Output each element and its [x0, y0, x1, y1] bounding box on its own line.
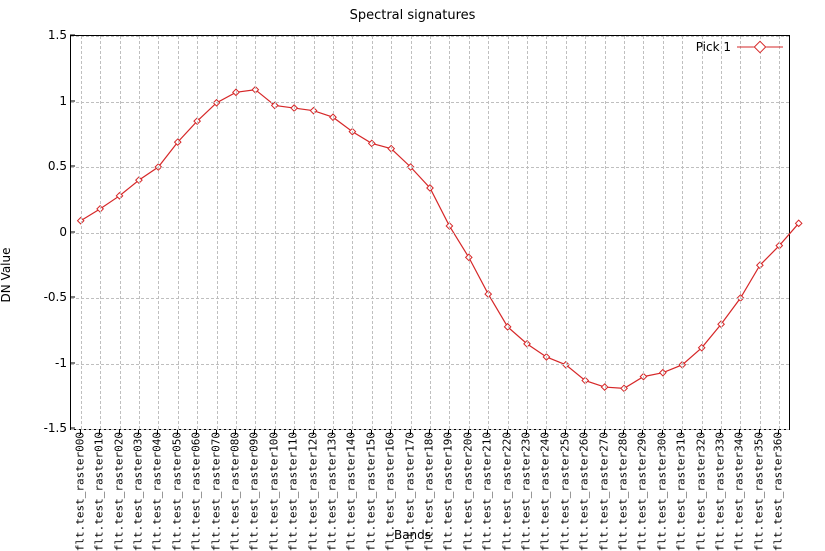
vgridline	[527, 36, 528, 429]
vgridline	[682, 36, 683, 429]
ytick-mark	[70, 166, 75, 167]
xtick-label: flt.test_raster180	[423, 432, 436, 551]
xtick-label: flt.test_raster110	[287, 432, 300, 551]
xtick-label: flt.test_raster300	[655, 432, 668, 551]
xtick-label: flt.test_raster050	[170, 432, 183, 551]
vgridline	[236, 36, 237, 429]
xtick-label: flt.test_raster220	[500, 432, 513, 551]
vgridline	[158, 36, 159, 429]
vgridline	[333, 36, 334, 429]
ytick-label: -1	[55, 356, 67, 370]
vgridline	[294, 36, 295, 429]
chart-title: Spectral signatures	[0, 8, 825, 23]
ytick-label: -0.5	[44, 290, 67, 304]
vgridline	[488, 36, 489, 429]
series-line	[81, 90, 799, 389]
vgridline	[605, 36, 606, 429]
xtick-label: flt.test_raster080	[228, 432, 241, 551]
ytick-label: 0.5	[48, 159, 67, 173]
ytick-mark	[70, 362, 75, 363]
vgridline	[372, 36, 373, 429]
xtick-label: flt.test_raster000	[73, 432, 86, 551]
diamond-icon	[754, 41, 767, 54]
spectral-chart: Spectral signatures DN Value Bands Pick …	[0, 0, 825, 550]
vgridline	[139, 36, 140, 429]
y-axis-label: DN Value	[0, 248, 13, 303]
vgridline	[702, 36, 703, 429]
legend: Pick 1	[696, 40, 783, 54]
xtick-label: flt.test_raster260	[578, 432, 591, 551]
vgridline	[721, 36, 722, 429]
legend-sample	[737, 42, 783, 52]
vgridline	[197, 36, 198, 429]
ytick-mark	[70, 100, 75, 101]
xtick-label: flt.test_raster090	[248, 432, 261, 551]
ytick-mark	[70, 297, 75, 298]
vgridline	[643, 36, 644, 429]
vgridline	[508, 36, 509, 429]
vgridline	[740, 36, 741, 429]
ytick-mark	[70, 428, 75, 429]
xtick-label: flt.test_raster030	[131, 432, 144, 551]
vgridline	[585, 36, 586, 429]
xtick-label: flt.test_raster120	[306, 432, 319, 551]
ytick-label: 1	[59, 94, 67, 108]
vgridline	[411, 36, 412, 429]
xtick-label: flt.test_raster340	[733, 432, 746, 551]
ytick-label: -1.5	[44, 421, 67, 435]
plot-area	[70, 35, 790, 430]
vgridline	[391, 36, 392, 429]
xtick-label: flt.test_raster240	[539, 432, 552, 551]
vgridline	[779, 36, 780, 429]
xtick-label: flt.test_raster360	[772, 432, 785, 551]
xtick-label: flt.test_raster350	[752, 432, 765, 551]
xtick-label: flt.test_raster290	[636, 432, 649, 551]
ytick-mark	[70, 231, 75, 232]
xtick-label: flt.test_raster130	[325, 432, 338, 551]
xtick-label: flt.test_raster170	[403, 432, 416, 551]
xtick-label: flt.test_raster210	[481, 432, 494, 551]
xtick-label: flt.test_raster230	[520, 432, 533, 551]
xtick-label: flt.test_raster140	[345, 432, 358, 551]
xtick-label: flt.test_raster270	[597, 432, 610, 551]
xtick-label: flt.test_raster160	[384, 432, 397, 551]
xtick-label: flt.test_raster280	[617, 432, 630, 551]
vgridline	[275, 36, 276, 429]
vgridline	[566, 36, 567, 429]
xtick-label: flt.test_raster010	[93, 432, 106, 551]
vgridline	[81, 36, 82, 429]
vgridline	[314, 36, 315, 429]
xtick-label: flt.test_raster070	[209, 432, 222, 551]
vgridline	[217, 36, 218, 429]
xtick-label: flt.test_raster200	[461, 432, 474, 551]
vgridline	[100, 36, 101, 429]
vgridline	[663, 36, 664, 429]
xtick-label: flt.test_raster250	[558, 432, 571, 551]
xtick-label: flt.test_raster060	[190, 432, 203, 551]
xtick-label: flt.test_raster150	[364, 432, 377, 551]
vgridline	[546, 36, 547, 429]
vgridline	[352, 36, 353, 429]
vgridline	[449, 36, 450, 429]
vgridline	[760, 36, 761, 429]
vgridline	[178, 36, 179, 429]
xtick-label: flt.test_raster310	[675, 432, 688, 551]
legend-series-label: Pick 1	[696, 40, 731, 54]
ytick-mark	[70, 35, 75, 36]
ytick-label: 1.5	[48, 28, 67, 42]
xtick-label: flt.test_raster330	[714, 432, 727, 551]
xtick-label: flt.test_raster320	[694, 432, 707, 551]
vgridline	[469, 36, 470, 429]
ytick-label: 0	[59, 225, 67, 239]
vgridline	[430, 36, 431, 429]
vgridline	[624, 36, 625, 429]
xtick-label: flt.test_raster190	[442, 432, 455, 551]
xtick-label: flt.test_raster040	[151, 432, 164, 551]
vgridline	[255, 36, 256, 429]
xtick-label: flt.test_raster020	[112, 432, 125, 551]
vgridline	[120, 36, 121, 429]
xtick-label: flt.test_raster100	[267, 432, 280, 551]
